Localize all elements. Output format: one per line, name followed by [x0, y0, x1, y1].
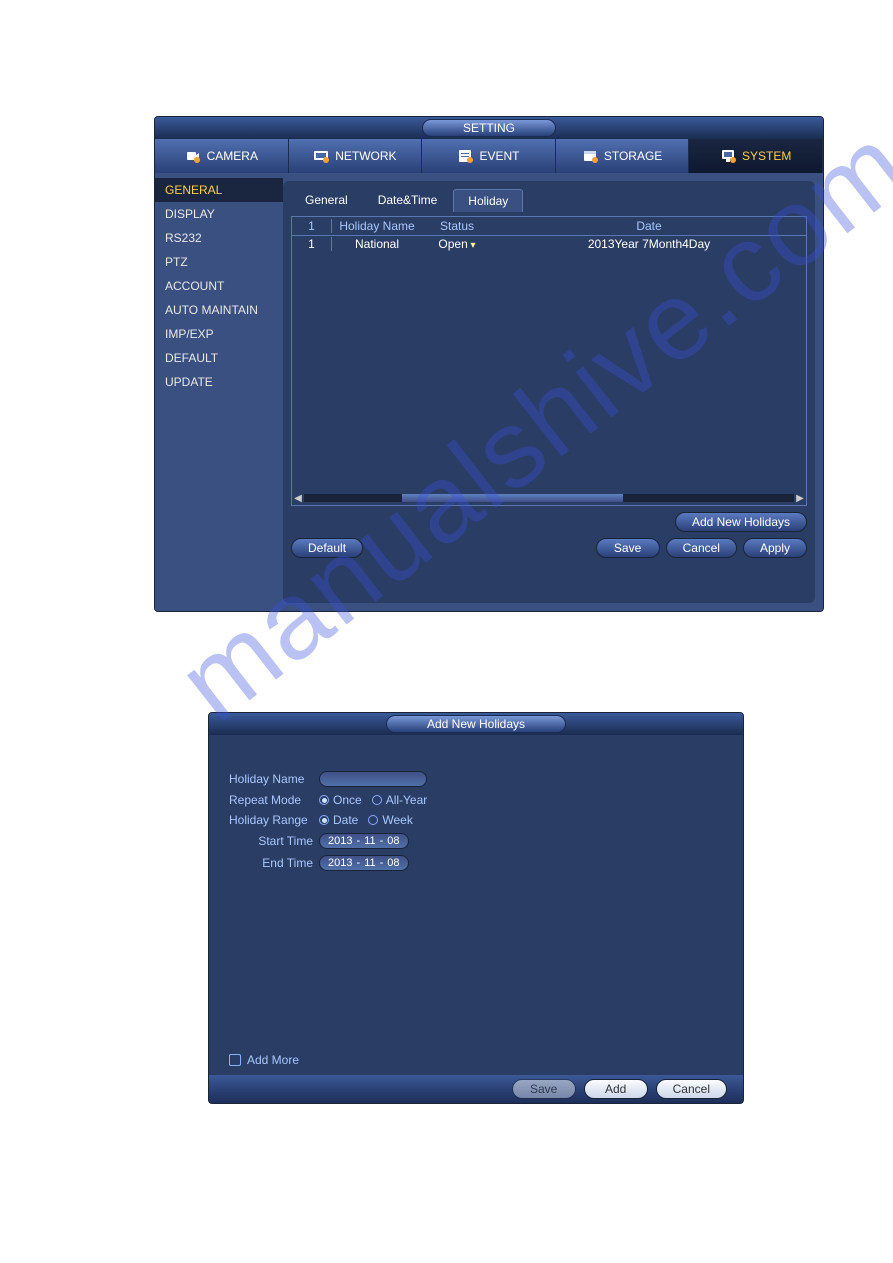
- sidebar-item-update[interactable]: UPDATE: [155, 370, 283, 394]
- topnav-storage[interactable]: STORAGE: [556, 139, 690, 173]
- day: 08: [387, 835, 399, 847]
- cell-status-dropdown[interactable]: Open: [422, 237, 492, 251]
- radio-label: Once: [333, 793, 362, 807]
- holiday-name-input[interactable]: [319, 771, 427, 787]
- topnav-label: CAMERA: [207, 149, 258, 163]
- camera-icon: [185, 148, 201, 164]
- scroll-right-icon[interactable]: ▶: [794, 492, 806, 504]
- radio-label: Date: [333, 813, 358, 827]
- table-header: 1 Holiday Name Status Date: [292, 217, 806, 236]
- radio-label: Week: [382, 813, 412, 827]
- dialog-title: Add New Holidays: [386, 715, 566, 733]
- start-time-input[interactable]: 2013- 11- 08: [319, 833, 409, 849]
- month: 11: [364, 835, 375, 847]
- sidebar-item-automaintain[interactable]: AUTO MAINTAIN: [155, 298, 283, 322]
- storage-icon: [582, 148, 598, 164]
- scroll-track[interactable]: [304, 494, 794, 502]
- table-row[interactable]: 1 National Open 2013Year 7Month4Day: [292, 236, 806, 252]
- th-index: 1: [292, 219, 332, 233]
- save-button[interactable]: Save: [596, 538, 660, 558]
- year: 2013: [328, 857, 352, 869]
- sidebar-item-display[interactable]: DISPLAY: [155, 202, 283, 226]
- window-title: SETTING: [422, 119, 556, 137]
- topnav-system[interactable]: SYSTEM: [689, 139, 823, 173]
- top-nav: CAMERA NETWORK EVENT STORAGE SYSTEM: [155, 139, 823, 173]
- sidebar-item-rs232[interactable]: RS232: [155, 226, 283, 250]
- range-week-radio[interactable]: Week: [368, 813, 412, 827]
- topnav-event[interactable]: EVENT: [422, 139, 556, 173]
- subtab-datetime[interactable]: Date&Time: [364, 189, 452, 212]
- topnav-label: EVENT: [479, 149, 519, 163]
- cancel-button[interactable]: Cancel: [666, 538, 737, 558]
- apply-button[interactable]: Apply: [743, 538, 807, 558]
- topnav-camera[interactable]: CAMERA: [155, 139, 289, 173]
- add-more-checkbox[interactable]: Add More: [229, 1053, 299, 1067]
- add-more-label: Add More: [247, 1053, 299, 1067]
- dialog-add-button[interactable]: Add: [584, 1079, 648, 1099]
- sidebar: GENERAL DISPLAY RS232 PTZ ACCOUNT AUTO M…: [155, 173, 283, 611]
- th-status: Status: [422, 219, 492, 233]
- scroll-left-icon[interactable]: ◀: [292, 492, 304, 504]
- subtab-holiday[interactable]: Holiday: [453, 189, 523, 212]
- checkbox-icon: [229, 1054, 241, 1066]
- radio-dot-icon: [372, 795, 382, 805]
- radio-dot-icon: [319, 795, 329, 805]
- sidebar-item-account[interactable]: ACCOUNT: [155, 274, 283, 298]
- end-time-label: End Time: [229, 856, 319, 870]
- repeat-once-radio[interactable]: Once: [319, 793, 362, 807]
- system-icon: [720, 148, 736, 164]
- holiday-table: 1 Holiday Name Status Date 1 National Op…: [291, 216, 807, 506]
- dialog-footer: Save Add Cancel: [209, 1075, 743, 1103]
- default-button[interactable]: Default: [291, 538, 363, 558]
- sidebar-item-impexp[interactable]: IMP/EXP: [155, 322, 283, 346]
- settings-window: SETTING CAMERA NETWORK EVENT STORAGE SYS…: [154, 116, 824, 612]
- holiday-range-label: Holiday Range: [229, 813, 319, 827]
- repeat-mode-label: Repeat Mode: [229, 793, 319, 807]
- cell-name: National: [332, 237, 422, 251]
- radio-dot-icon: [319, 815, 329, 825]
- year: 2013: [328, 835, 352, 847]
- holiday-name-label: Holiday Name: [229, 772, 319, 786]
- sidebar-item-default[interactable]: DEFAULT: [155, 346, 283, 370]
- dialog-titlebar: Add New Holidays: [209, 713, 743, 735]
- event-icon: [457, 148, 473, 164]
- start-time-label: Start Time: [229, 834, 319, 848]
- topnav-network[interactable]: NETWORK: [289, 139, 423, 173]
- day: 08: [387, 857, 399, 869]
- th-date: Date: [492, 219, 806, 233]
- subtabs: General Date&Time Holiday: [291, 189, 807, 212]
- cell-date: 2013Year 7Month4Day: [492, 237, 806, 251]
- dialog-cancel-button[interactable]: Cancel: [656, 1079, 727, 1099]
- horizontal-scrollbar[interactable]: ◀ ▶: [292, 491, 806, 505]
- dialog-save-button[interactable]: Save: [512, 1079, 576, 1099]
- range-date-radio[interactable]: Date: [319, 813, 358, 827]
- cell-index: 1: [292, 237, 332, 251]
- topnav-label: SYSTEM: [742, 149, 791, 163]
- sidebar-item-ptz[interactable]: PTZ: [155, 250, 283, 274]
- repeat-allyear-radio[interactable]: All-Year: [372, 793, 428, 807]
- subtab-general[interactable]: General: [291, 189, 362, 212]
- main-panel: General Date&Time Holiday 1 Holiday Name…: [283, 181, 815, 603]
- add-new-holidays-button[interactable]: Add New Holidays: [675, 512, 807, 532]
- radio-label: All-Year: [386, 793, 428, 807]
- topnav-label: NETWORK: [335, 149, 396, 163]
- radio-dot-icon: [368, 815, 378, 825]
- network-icon: [313, 148, 329, 164]
- topnav-label: STORAGE: [604, 149, 662, 163]
- th-name: Holiday Name: [332, 219, 422, 233]
- window-titlebar: SETTING: [155, 117, 823, 139]
- end-time-input[interactable]: 2013- 11- 08: [319, 855, 409, 871]
- add-new-holidays-dialog: Add New Holidays Holiday Name Repeat Mod…: [208, 712, 744, 1104]
- month: 11: [364, 857, 375, 869]
- scroll-thumb[interactable]: [402, 494, 623, 502]
- sidebar-item-general[interactable]: GENERAL: [155, 178, 283, 202]
